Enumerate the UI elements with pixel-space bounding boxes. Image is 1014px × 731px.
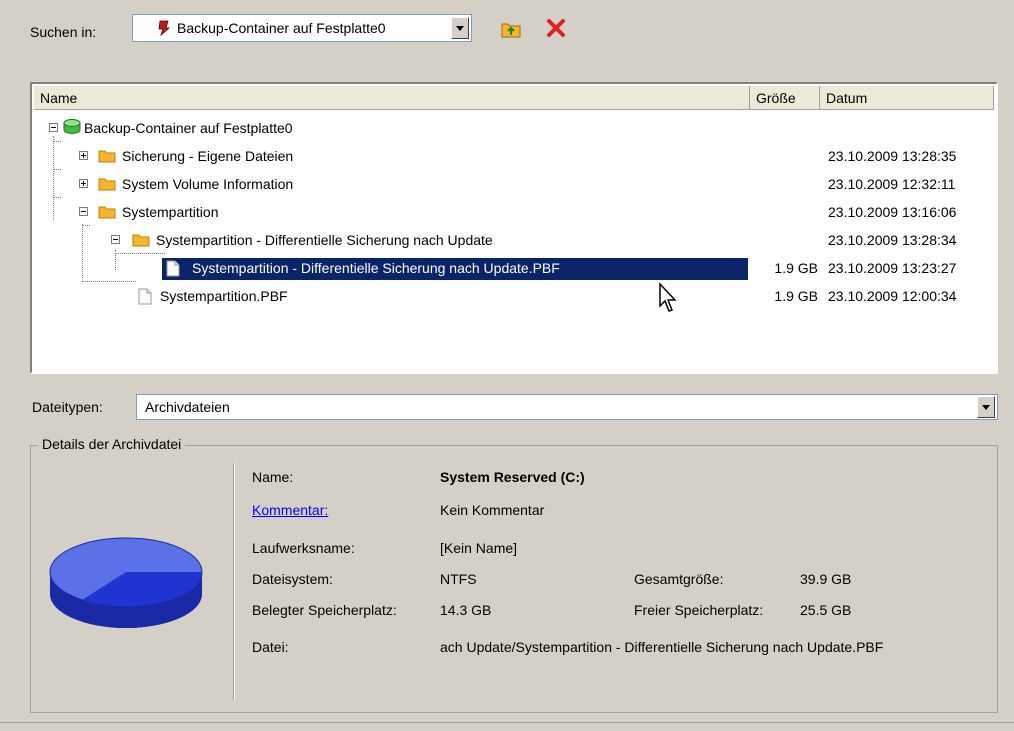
folder-open-icon <box>132 234 150 247</box>
detail-name-value: System Reserved (C:) <box>440 469 585 485</box>
detail-used-label: Belegter Speicherplatz: <box>252 602 397 618</box>
container-green-icon <box>63 119 81 134</box>
tree-row-label: Systempartition - Differentielle Sicheru… <box>156 232 493 248</box>
comment-link[interactable]: Kommentar: <box>252 502 328 518</box>
detail-name-label: Name: <box>252 469 294 485</box>
archive-tree-view[interactable]: Name Größe Datum Backup-Container auf Fe… <box>30 82 998 374</box>
tree-row-label: System Volume Information <box>122 176 294 192</box>
column-header-date[interactable]: Datum <box>820 86 994 110</box>
detail-fs-value: NTFS <box>440 571 477 587</box>
detail-comment-value: Kein Kommentar <box>440 502 545 518</box>
tree-row-size: 1.9 GB <box>774 260 818 276</box>
tree-row-date: 23.10.2009 12:00:34 <box>828 288 957 304</box>
file-types-combobox[interactable]: Archivdateien <box>136 394 998 420</box>
expand-toggle[interactable] <box>79 151 88 160</box>
detail-free-value: 25.5 GB <box>800 602 852 618</box>
tree-row[interactable]: Systempartition 23.10.2009 13:16:06 <box>32 202 996 224</box>
detail-drive-label: Laufwerksname: <box>252 540 355 556</box>
detail-drive-value: [Kein Name] <box>440 540 518 556</box>
detail-total-label: Gesamtgröße: <box>634 571 724 587</box>
look-in-value: Backup-Container auf Festplatte0 <box>177 20 386 36</box>
detail-free-label: Freier Speicherplatz: <box>634 602 764 618</box>
tree-row-label: Sicherung - Eigene Dateien <box>122 148 294 164</box>
tree-row-date: 23.10.2009 13:23:27 <box>828 260 957 276</box>
look-in-label: Suchen in: <box>30 24 97 40</box>
detail-file-value: ach Update/Systempartition - Differentie… <box>440 639 884 655</box>
folder-icon <box>98 150 116 163</box>
delete-icon[interactable] <box>544 16 568 40</box>
tree-row[interactable]: System Volume Information 23.10.2009 12:… <box>32 174 996 196</box>
details-separator <box>233 463 235 701</box>
tree-row-label: Systempartition <box>122 204 219 220</box>
look-in-dropdown-button[interactable] <box>451 17 469 39</box>
detail-used-value: 14.3 GB <box>440 602 492 618</box>
expand-toggle[interactable] <box>79 179 88 188</box>
file-types-label: Dateitypen: <box>32 399 103 415</box>
tree-row-date: 23.10.2009 13:28:35 <box>828 148 957 164</box>
tree-row-date: 23.10.2009 13:28:34 <box>828 232 957 248</box>
file-icon <box>166 260 180 277</box>
tree-row-date: 23.10.2009 13:16:06 <box>828 204 957 220</box>
tree-row-label: Systempartition.PBF <box>160 288 288 304</box>
folder-icon <box>98 178 116 191</box>
tree-row-label: Systempartition - Differentielle Sicheru… <box>192 260 560 276</box>
column-header-name[interactable]: Name <box>34 86 750 110</box>
tree-row[interactable]: Systempartition.PBF 1.9 GB 23.10.2009 12… <box>32 286 996 308</box>
tree-row-selected[interactable]: Systempartition - Differentielle Sicheru… <box>32 257 996 281</box>
folder-open-icon <box>98 206 116 219</box>
look-in-combobox[interactable]: Backup-Container auf Festplatte0 <box>132 14 472 42</box>
mouse-cursor-icon <box>659 282 677 312</box>
collapse-toggle[interactable] <box>49 123 58 132</box>
tree-root-label: Backup-Container auf Festplatte0 <box>84 120 293 136</box>
details-title: Details der Archivdatei <box>38 436 186 452</box>
detail-fs-label: Dateisystem: <box>252 571 333 587</box>
collapse-toggle[interactable] <box>79 207 88 216</box>
tree-row-date: 23.10.2009 12:32:11 <box>828 176 956 192</box>
file-types-dropdown-button[interactable] <box>977 396 995 418</box>
container-icon <box>158 20 171 36</box>
detail-file-label: Datei: <box>252 639 289 655</box>
tree-row[interactable]: Systempartition - Differentielle Sicheru… <box>32 230 996 252</box>
tree-row[interactable]: Sicherung - Eigene Dateien 23.10.2009 13… <box>32 146 996 168</box>
file-types-value: Archivdateien <box>145 399 230 415</box>
folder-up-icon[interactable] <box>500 18 522 40</box>
collapse-toggle[interactable] <box>111 235 120 244</box>
tree-root[interactable]: Backup-Container auf Festplatte0 <box>32 118 996 140</box>
disk-usage-pie-chart <box>49 537 203 628</box>
window-bottom-edge <box>0 722 1014 731</box>
column-header-size[interactable]: Größe <box>750 86 820 110</box>
detail-total-value: 39.9 GB <box>800 571 852 587</box>
tree-row-size: 1.9 GB <box>774 288 818 304</box>
file-icon <box>138 288 152 305</box>
